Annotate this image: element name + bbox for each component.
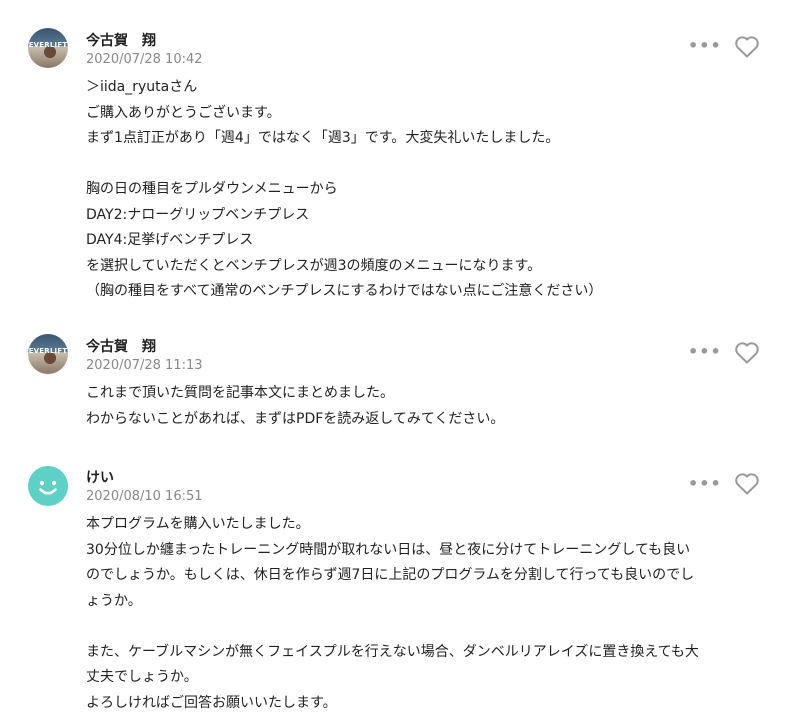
avatar-logo-text: EVERLIFT [28, 41, 68, 49]
comment-date: 2020/07/28 11:13 [86, 358, 203, 373]
comment-line: 丈夫でしょうか。 [86, 669, 198, 685]
comment-line: ょうか。 [86, 592, 142, 609]
comment-line: 30分位しか纏まったトレーニング時間が取れない日は、昼と夜に分けてトレーニングし… [86, 541, 691, 558]
comment-date: 2020/08/10 16:51 [86, 489, 203, 504]
comment-line: 本プログラムを購入いたしました。 [86, 516, 310, 532]
comment-body: 本プログラムを購入いたしました。 30分位しか纏まったトレーニング時間が取れない… [86, 512, 766, 716]
comment-line: ご購入ありがとうございます。 [86, 104, 281, 121]
heart-icon[interactable] [734, 35, 760, 59]
avatar[interactable] [28, 466, 68, 506]
comment-line [86, 152, 766, 178]
comment-line: わからないことがあれば、まずはPDFを読み返してみてください。 [86, 410, 505, 427]
comment-line: DAY2:ナローグリップベンチプレス [86, 206, 310, 223]
comment-body: これまで頂いた質問を記事本文にまとめました。 わからないことがあれば、まずはPD… [86, 381, 766, 432]
comment-line: よろしければご回答お願いいたします。 [86, 694, 337, 711]
comment-line: ＞iida_ryutaさん [86, 79, 198, 95]
more-options-icon[interactable]: ••• [688, 342, 722, 361]
comment-date: 2020/07/28 10:42 [86, 52, 203, 67]
comment-author[interactable]: けい [86, 467, 114, 487]
comment-line: 胸の日の種目をプルダウンメニューから [86, 181, 338, 197]
more-options-icon[interactable]: ••• [688, 36, 722, 55]
comment-line: DAY4:足挙げベンチプレス [86, 232, 254, 248]
avatar-logo-text: EVERLIFT [28, 347, 68, 355]
avatar[interactable]: EVERLIFT [28, 334, 68, 374]
comment-line: これまで頂いた質問を記事本文にまとめました。 [86, 385, 394, 401]
comment-body: ＞iida_ryutaさん ご購入ありがとうございます。 まず1点訂正があり「週… [86, 75, 766, 305]
comment-line [86, 614, 766, 640]
avatar[interactable]: EVERLIFT [28, 28, 68, 68]
heart-icon[interactable] [734, 341, 760, 365]
comment-line: （胸の種目をすべて通常のベンチプレスにするわけではない点にご注意ください） [86, 283, 603, 299]
smile-face-icon [39, 480, 57, 495]
comment-line: また、ケーブルマシンが無くフェイスプルを行えない場合、ダンベルリアレイズに置き換… [86, 643, 699, 660]
comment-line: まず1点訂正があり「週4」ではなく「週3」です。大変失礼いたしました。 [86, 130, 560, 146]
comment-line: を選択していただくとベンチプレスが週3の頻度のメニューになります。 [86, 257, 542, 274]
heart-icon[interactable] [734, 472, 760, 496]
comment-author[interactable]: 今古賀 翔 [86, 336, 156, 356]
more-options-icon[interactable]: ••• [688, 474, 722, 493]
comment-line: のでしょうか。もしくは、休日を作らず週7日に上記のプログラムを分割して行っても良… [86, 567, 695, 583]
comment-author[interactable]: 今古賀 翔 [86, 30, 156, 50]
